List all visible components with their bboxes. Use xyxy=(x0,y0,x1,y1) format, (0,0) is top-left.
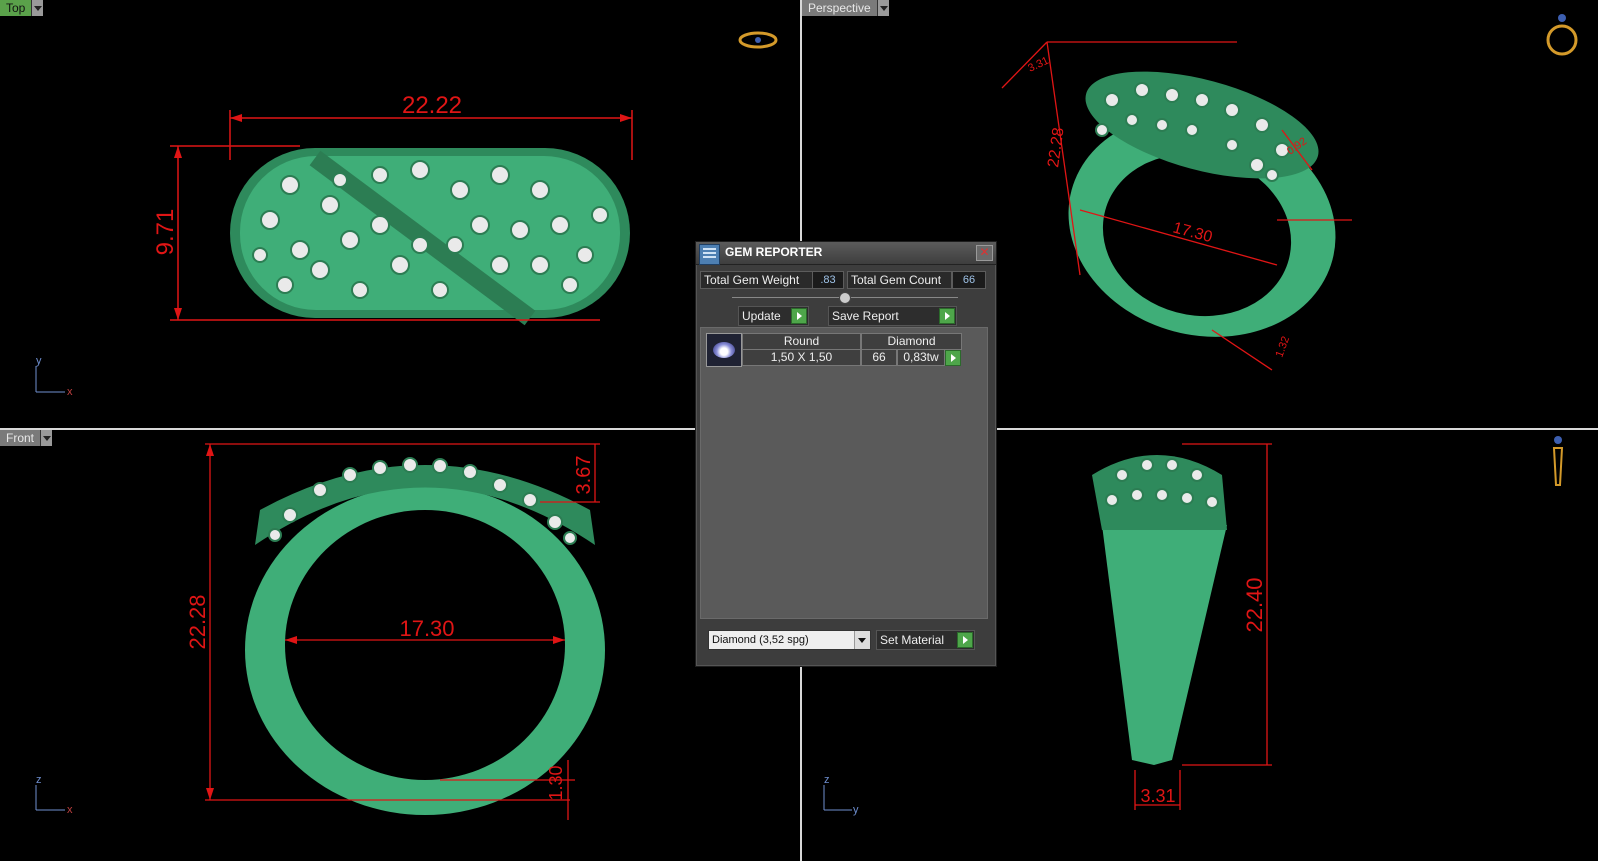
chevron-down-icon[interactable] xyxy=(854,631,870,649)
axis-gizmo-right xyxy=(823,785,852,811)
list-item[interactable]: Round Diamond 1,50 X 1,50 66 0,83tw xyxy=(706,333,962,367)
gem-material: Diamond xyxy=(861,333,962,350)
axis-y-label: y xyxy=(853,804,859,816)
view-orientation-icon[interactable] xyxy=(738,31,778,49)
play-icon[interactable] xyxy=(945,350,961,366)
dim-persp-d: 1.32 xyxy=(1274,335,1293,359)
gem-size: 1,50 X 1,50 xyxy=(742,349,861,366)
viewport-name[interactable]: Perspective xyxy=(802,0,877,16)
axis-y-label: y xyxy=(36,355,42,367)
axis-z-label: z xyxy=(824,774,830,786)
dim-front-bottom: 1.30 xyxy=(546,765,566,800)
chevron-down-icon[interactable] xyxy=(40,430,53,446)
top-view-canvas: 22.22 9.71 y x xyxy=(35,31,778,398)
dim-front-inner: 17.30 xyxy=(399,616,454,641)
dim-height-label: 9.71 xyxy=(152,209,179,256)
dim-persp-c: 3.31 xyxy=(1026,55,1050,75)
front-view-canvas: 22.28 17.30 3.67 1.30 z x xyxy=(35,443,605,820)
play-icon xyxy=(957,632,973,648)
material-select-value: Diamond (3,52 spg) xyxy=(712,634,809,646)
viewport-front[interactable]: 22.28 17.30 3.67 1.30 z x Front xyxy=(0,430,800,861)
play-icon xyxy=(939,308,955,324)
total-count-value: 66 xyxy=(952,271,986,289)
dim-width-label: 22.22 xyxy=(402,92,462,119)
material-select[interactable]: Diamond (3,52 spg) xyxy=(708,630,871,650)
set-material-button-label: Set Material xyxy=(880,633,945,647)
dim-front-height: 22.28 xyxy=(185,594,210,649)
ring-front-hole xyxy=(285,510,565,780)
total-weight-value: .83 xyxy=(812,271,844,289)
chevron-down-icon[interactable] xyxy=(876,0,889,16)
axis-gizmo-front xyxy=(35,785,65,811)
viewport-top[interactable]: 22.22 9.71 y x Top xyxy=(0,0,800,428)
gem-list[interactable]: Round Diamond 1,50 X 1,50 66 0,83tw xyxy=(700,327,988,619)
dim-side-height: 22.40 xyxy=(1242,577,1267,632)
view-orientation-icon[interactable] xyxy=(1552,436,1564,486)
gem-reporter-titlebar[interactable]: GEM REPORTER ✕ xyxy=(696,242,996,265)
viewport-label-front[interactable]: Front xyxy=(0,430,53,446)
chevron-down-icon[interactable] xyxy=(31,0,44,16)
view-orientation-icon[interactable] xyxy=(1546,14,1578,56)
gem-weight: 0,83tw xyxy=(897,349,945,366)
axis-gizmo-top xyxy=(35,366,65,393)
gem-thumbnail xyxy=(706,333,742,367)
viewport-label-top[interactable]: Top xyxy=(0,0,44,16)
gem-shape: Round xyxy=(742,333,861,350)
dim-side-width: 3.31 xyxy=(1140,786,1175,806)
update-button[interactable]: Update xyxy=(738,306,809,326)
total-count-label: Total Gem Count xyxy=(847,271,952,289)
viewport-name[interactable]: Front xyxy=(0,430,41,446)
ring-side-shank xyxy=(1102,525,1227,765)
play-icon xyxy=(791,308,807,324)
viewport-label-perspective[interactable]: Perspective xyxy=(802,0,889,16)
collapse-knob[interactable] xyxy=(839,292,851,304)
report-icon xyxy=(699,244,720,265)
save-report-button[interactable]: Save Report xyxy=(828,306,957,326)
axis-x-label: x xyxy=(67,804,73,816)
gem-count: 66 xyxy=(861,349,897,366)
viewport-name[interactable]: Top xyxy=(0,0,32,16)
total-weight-label: Total Gem Weight xyxy=(700,271,815,289)
close-button[interactable]: ✕ xyxy=(976,245,993,261)
set-material-button[interactable]: Set Material xyxy=(876,630,975,650)
axis-z-label: z xyxy=(36,774,42,786)
gem-reporter-panel: GEM REPORTER ✕ Total Gem Weight .83 Tota… xyxy=(695,241,997,667)
dim-front-top: 3.67 xyxy=(573,456,595,495)
gem-reporter-title: GEM REPORTER xyxy=(725,245,823,259)
save-report-button-label: Save Report xyxy=(832,309,899,323)
axis-x-label: x xyxy=(67,386,73,398)
close-icon: ✕ xyxy=(979,245,990,259)
update-button-label: Update xyxy=(742,309,781,323)
